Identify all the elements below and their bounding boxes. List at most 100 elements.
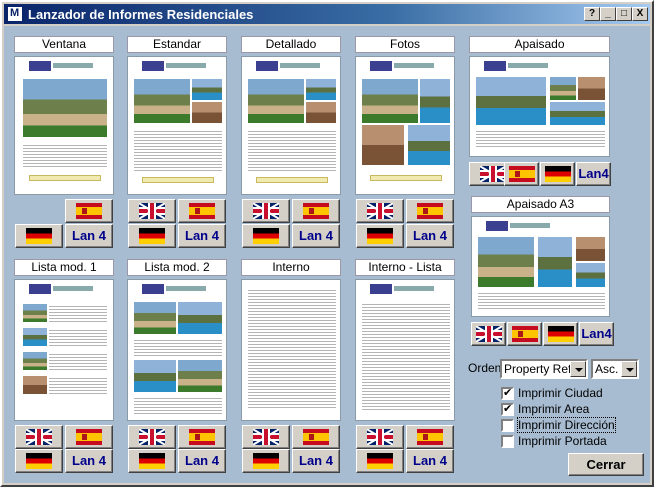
thumb-photo <box>550 77 576 100</box>
uk-flag-icon <box>139 203 165 219</box>
thumb-text <box>476 129 605 149</box>
thumb-photo <box>362 125 404 165</box>
imprimir-direccion-checkbox[interactable] <box>501 419 514 432</box>
chevron-down-icon[interactable] <box>570 361 586 377</box>
report-thumb-interno-lista[interactable] <box>355 279 455 421</box>
germany-flag-icon <box>26 453 52 469</box>
lista2-es-button[interactable] <box>178 425 226 449</box>
report-thumb-apaisado-a3[interactable] <box>471 216 610 317</box>
thumb-photo <box>578 77 605 100</box>
spain-flag-icon <box>303 429 329 445</box>
interno-es-button[interactable] <box>292 425 340 449</box>
lista2-de-button[interactable] <box>128 449 176 473</box>
interno-lista-de-button[interactable] <box>356 449 404 473</box>
imprimir-ciudad-checkbox[interactable] <box>501 386 514 400</box>
report-thumb-fotos[interactable] <box>355 56 455 195</box>
thumb-price <box>142 177 214 183</box>
estandar-uk-button[interactable] <box>128 199 176 223</box>
close-window-button[interactable]: X <box>632 7 648 21</box>
report-thumb-lista-mod-2[interactable] <box>127 279 227 421</box>
germany-flag-icon <box>544 166 571 182</box>
lista2-lan-button[interactable]: Lan 4 <box>178 449 226 473</box>
interno-lista-es-button[interactable] <box>406 425 454 449</box>
imprimir-ciudad-label[interactable]: Imprimir Ciudad <box>518 386 603 400</box>
apaisado-de-button[interactable] <box>540 162 575 186</box>
spain-flag-icon <box>303 203 329 219</box>
fotos-es-button[interactable] <box>406 199 454 223</box>
detallado-es-button[interactable] <box>292 199 340 223</box>
uk-flag-icon <box>367 203 393 219</box>
estandar-es-button[interactable] <box>178 199 226 223</box>
report-thumb-apaisado[interactable] <box>469 56 610 157</box>
detallado-de-button[interactable] <box>242 224 290 248</box>
ventana-de-button[interactable] <box>15 224 63 248</box>
fotos-uk-button[interactable] <box>356 199 404 223</box>
thumb-photo <box>134 302 176 334</box>
interno-lista-uk-button[interactable] <box>356 425 404 449</box>
detallado-uk-button[interactable] <box>242 199 290 223</box>
detallado-lan-button[interactable]: Lan 4 <box>292 224 340 248</box>
minimize-button[interactable]: _ <box>600 7 616 21</box>
spain-flag-icon <box>508 166 535 182</box>
spain-flag-icon <box>76 429 102 445</box>
apaisado-a3-lan-button[interactable]: Lan4 <box>579 322 614 346</box>
orden-direction-select[interactable]: Asc. <box>591 359 639 379</box>
spain-flag-icon <box>189 203 215 219</box>
ventana-lan-button[interactable]: Lan 4 <box>65 224 113 248</box>
fotos-de-button[interactable] <box>356 224 404 248</box>
report-thumb-estandar[interactable] <box>127 56 227 195</box>
lista1-de-button[interactable] <box>15 449 63 473</box>
lista1-lan-button[interactable]: Lan 4 <box>65 449 113 473</box>
thumb-text <box>49 304 107 322</box>
thumb-logo <box>256 61 320 71</box>
thumb-logo <box>142 284 206 294</box>
ventana-es-button[interactable] <box>65 199 113 223</box>
interno-lista-lan-button[interactable]: Lan 4 <box>406 449 454 473</box>
apaisado-a3-de-button[interactable] <box>543 322 578 346</box>
estandar-lan-button[interactable]: Lan 4 <box>178 224 226 248</box>
fotos-lan-button[interactable]: Lan 4 <box>406 224 454 248</box>
thumb-logo <box>29 284 93 294</box>
apaisado-lan-button[interactable]: Lan4 <box>576 162 611 186</box>
thumb-photo <box>362 79 418 123</box>
uk-flag-icon <box>253 203 279 219</box>
imprimir-area-label[interactable]: Imprimir Area <box>518 402 589 416</box>
thumb-photo <box>538 237 572 287</box>
apaisado-es-button[interactable] <box>504 162 539 186</box>
imprimir-portada-checkbox[interactable] <box>501 435 514 448</box>
thumb-price <box>370 175 442 181</box>
germany-flag-icon <box>139 228 165 244</box>
imprimir-direccion-label[interactable]: Imprimir Dirección <box>517 417 616 433</box>
help-button[interactable]: ? <box>584 7 600 21</box>
report-thumb-lista-mod-1[interactable] <box>14 279 114 421</box>
report-label-lista-mod-1: Lista mod. 1 <box>14 259 114 276</box>
lista1-es-button[interactable] <box>65 425 113 449</box>
report-thumb-ventana[interactable] <box>14 56 114 195</box>
orden-direction-value: Asc. <box>595 362 619 376</box>
apaisado-a3-uk-button[interactable] <box>471 322 506 346</box>
report-label-apaisado: Apaisado <box>469 36 610 53</box>
lista2-uk-button[interactable] <box>128 425 176 449</box>
imprimir-portada-label[interactable]: Imprimir Portada <box>518 434 607 448</box>
report-label-apaisado-a3: Apaisado A3 <box>471 196 610 213</box>
chevron-down-icon[interactable] <box>621 361 637 377</box>
estandar-de-button[interactable] <box>128 224 176 248</box>
report-thumb-interno[interactable] <box>241 279 341 421</box>
thumb-price <box>29 175 101 181</box>
report-label-detallado: Detallado <box>241 36 341 53</box>
interno-uk-button[interactable] <box>242 425 290 449</box>
interno-lan-button[interactable]: Lan 4 <box>292 449 340 473</box>
report-thumb-detallado[interactable] <box>241 56 341 195</box>
orden-field-select[interactable]: Property Ref. <box>500 359 588 379</box>
uk-flag-icon <box>475 326 502 342</box>
lista1-uk-button[interactable] <box>15 425 63 449</box>
uk-flag-icon <box>26 429 52 445</box>
imprimir-area-checkbox[interactable] <box>501 402 514 416</box>
maximize-button[interactable]: □ <box>616 7 632 21</box>
thumb-photo <box>23 79 107 137</box>
thumb-photo <box>478 237 534 287</box>
apaisado-a3-es-button[interactable] <box>507 322 542 346</box>
thumb-text <box>134 396 222 414</box>
interno-de-button[interactable] <box>242 449 290 473</box>
cerrar-button[interactable]: Cerrar <box>568 453 644 476</box>
